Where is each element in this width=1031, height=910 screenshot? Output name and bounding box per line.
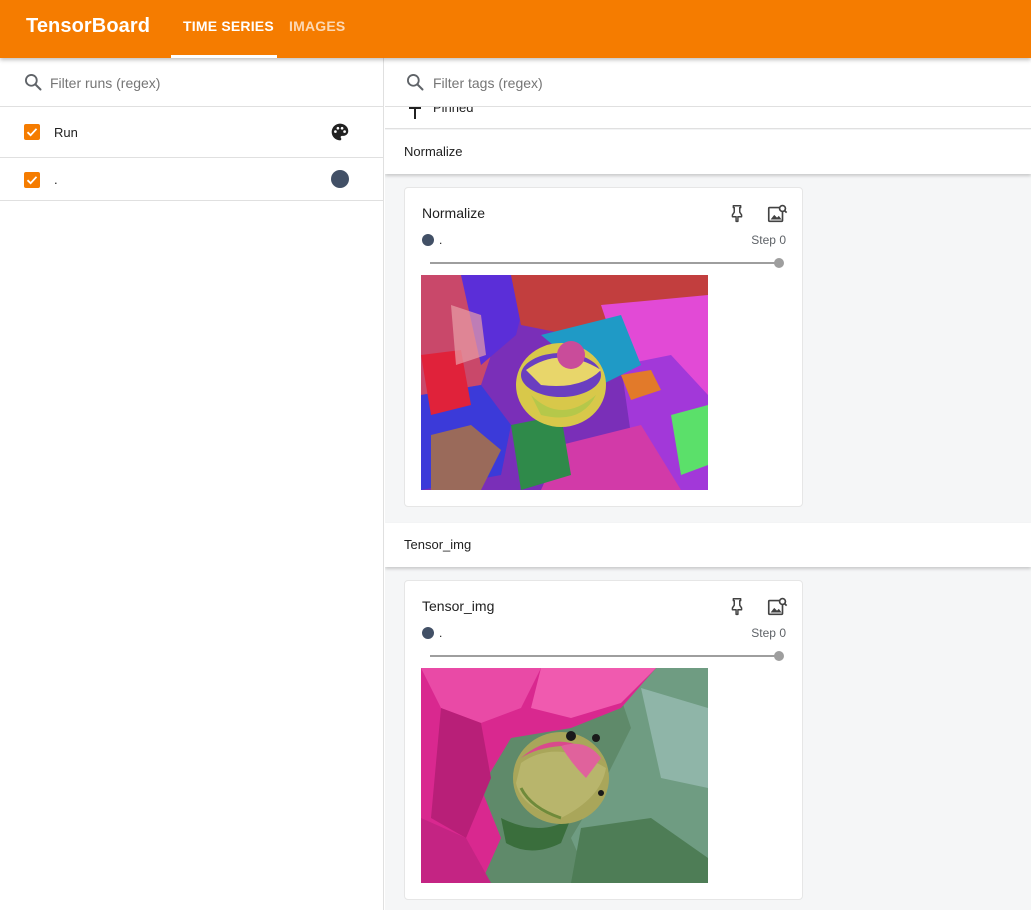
app-title: TensorBoard [26,15,151,37]
image-settings-icon[interactable] [766,203,788,225]
search-icon [25,74,42,91]
card-run-name: . [439,233,443,247]
pinned-section-header: Pinned [385,107,1031,129]
card-title: Normalize [422,205,486,221]
image-card-normalize: Normalize . Step 0 [404,187,803,507]
normalized-image [421,275,708,490]
pin-icon[interactable] [726,203,748,225]
group-title: Tensor_img [404,537,472,552]
tensor-image [421,668,708,883]
palette-icon[interactable] [330,122,350,142]
run-header-row: Run [0,107,384,158]
run-row[interactable]: . [0,158,384,201]
run-filter[interactable]: Filter runs (regex) [0,58,384,107]
normalized-peony-bud-image [421,275,708,490]
checkmark-icon [26,128,38,137]
top-app-bar: TensorBoard TIME SERIES IMAGES [0,0,1031,58]
card-title: Tensor_img [422,598,495,614]
pinned-label: Pinned [433,107,474,115]
run-color-dot [422,627,434,639]
image-card-tensor-img: Tensor_img . Step 0 [404,580,803,900]
runs-sidebar: Filter runs (regex) Run . [0,58,384,910]
search-icon [407,74,424,91]
step-slider-thumb[interactable] [774,651,784,661]
step-slider-track[interactable] [430,262,779,264]
pin-icon[interactable] [726,596,748,618]
time-series-main: Filter tags (regex) Pinned Normalize Nor… [385,58,1031,910]
card-run-name: . [439,626,443,640]
active-tab-indicator [171,55,277,58]
pin-icon [409,107,421,119]
run-label: . [54,172,58,187]
run-header-label: Run [54,125,78,140]
run-color-dot [422,234,434,246]
group-header-normalize[interactable]: Normalize [385,130,1031,174]
run-color-swatch[interactable] [331,170,349,188]
run-checkbox[interactable] [24,172,40,188]
tab-images[interactable]: IMAGES [289,18,345,34]
select-all-runs-checkbox[interactable] [24,124,40,140]
tag-filter-input[interactable]: Filter tags (regex) [433,75,543,91]
group-header-tensor-img[interactable]: Tensor_img [385,523,1031,567]
step-slider-thumb[interactable] [774,258,784,268]
tab-time-series[interactable]: TIME SERIES [183,18,274,34]
image-settings-icon[interactable] [766,596,788,618]
checkmark-icon [26,176,38,185]
group-title: Normalize [404,144,463,159]
card-step-label: Step 0 [751,233,786,247]
step-slider-track[interactable] [430,655,779,657]
tag-filter[interactable]: Filter tags (regex) [385,58,1031,107]
card-step-label: Step 0 [751,626,786,640]
run-filter-input[interactable]: Filter runs (regex) [50,75,160,91]
peony-bud-photo-image [421,668,708,883]
